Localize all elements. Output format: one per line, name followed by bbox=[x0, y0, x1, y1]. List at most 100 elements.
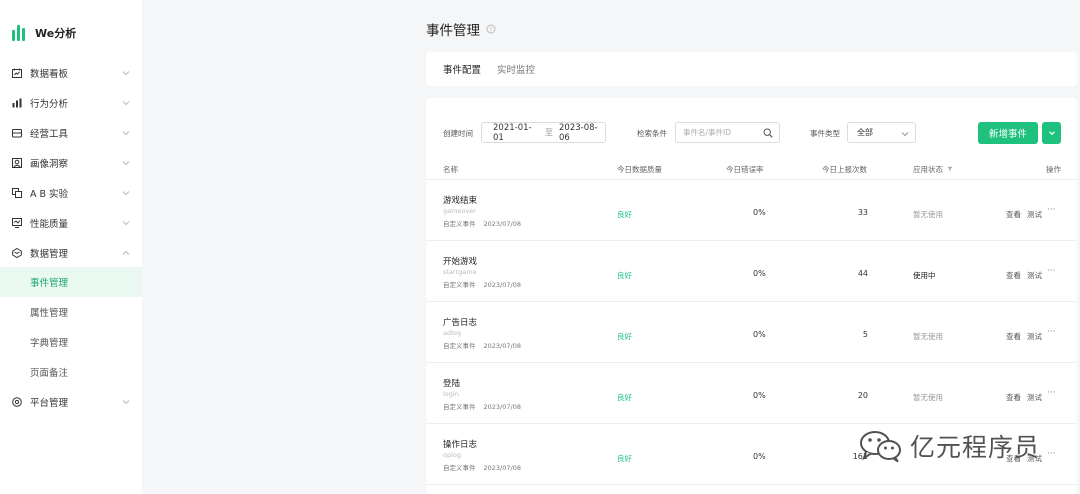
status-value: 暂无使用 bbox=[913, 210, 943, 219]
sidebar-item-label: 数据管理 bbox=[30, 249, 69, 260]
more-actions-icon[interactable]: ··· bbox=[1047, 266, 1056, 276]
more-actions-icon[interactable]: ··· bbox=[1047, 327, 1056, 337]
ab-test-icon bbox=[12, 188, 22, 198]
event-meta: 自定义事件 2023/07/08 bbox=[443, 279, 521, 289]
view-link[interactable]: 查看 bbox=[1006, 331, 1021, 342]
quality-value: 良好 bbox=[617, 332, 632, 341]
header-quality: 今日数据质量 bbox=[617, 165, 662, 174]
sidebar-item-operations[interactable]: 经营工具 bbox=[0, 118, 142, 148]
event-name: 游戏结束 bbox=[443, 196, 478, 206]
more-actions-icon[interactable]: ··· bbox=[1047, 388, 1056, 398]
page-title: 事件管理 ? bbox=[426, 19, 496, 39]
tab-event-config[interactable]: 事件配置 bbox=[443, 62, 481, 76]
test-link[interactable]: 测试 bbox=[1027, 270, 1042, 281]
sidebar-item-label: 画像洞察 bbox=[30, 159, 69, 170]
sidebar-subitem-property-manage[interactable]: 属性管理 bbox=[0, 297, 142, 327]
sidebar-subitem-event-manage[interactable]: 事件管理 bbox=[0, 267, 142, 297]
brand-name: We分析 bbox=[35, 27, 77, 40]
event-key: gameover bbox=[443, 207, 476, 215]
view-link[interactable]: 查看 bbox=[1006, 209, 1021, 220]
reports-value: 5 bbox=[862, 330, 868, 339]
date-end: 2023-08-06 bbox=[559, 122, 598, 143]
more-actions-icon[interactable]: ··· bbox=[1047, 205, 1056, 215]
event-date: 2023/07/08 bbox=[483, 464, 521, 472]
created-time-label: 创建时间 bbox=[443, 129, 473, 138]
event-key: login bbox=[443, 390, 459, 398]
sidebar-item-dashboard[interactable]: 数据看板 bbox=[0, 58, 142, 88]
info-icon[interactable]: ? bbox=[486, 24, 496, 34]
event-type: 自定义事件 bbox=[443, 220, 476, 228]
search-condition-label: 检索条件 bbox=[637, 129, 667, 138]
sidebar-item-ab-test[interactable]: A B 实验 bbox=[0, 178, 142, 208]
event-date: 2023/07/08 bbox=[483, 342, 521, 350]
filter-row: 创建时间 2021-01-01 至 2023-08-06 检索条件 事件类型 全… bbox=[426, 122, 1077, 144]
test-link[interactable]: 测试 bbox=[1027, 209, 1042, 220]
date-separator: 至 bbox=[545, 128, 553, 137]
error-rate-value: 0% bbox=[753, 269, 766, 278]
sidebar-subitem-label: 事件管理 bbox=[30, 278, 69, 289]
sidebar-item-label: A B 实验 bbox=[30, 189, 69, 200]
search-input[interactable] bbox=[683, 128, 763, 137]
sidebar-item-data-manage[interactable]: 数据管理 bbox=[0, 238, 142, 268]
event-date: 2023/07/08 bbox=[483, 220, 521, 228]
add-event-button[interactable]: 新增事件 bbox=[978, 122, 1038, 144]
event-type: 自定义事件 bbox=[443, 342, 476, 350]
event-meta: 自定义事件 2023/07/08 bbox=[443, 340, 521, 350]
header-actions: 操作 bbox=[1046, 165, 1061, 174]
status-value: 使用中 bbox=[913, 271, 936, 280]
data-manage-icon bbox=[12, 248, 22, 258]
sidebar-item-portrait[interactable]: 画像洞察 bbox=[0, 148, 142, 178]
event-key: adlog bbox=[443, 329, 462, 337]
header-status[interactable]: 应用状态 bbox=[913, 164, 953, 175]
sidebar-subitem-dictionary[interactable]: 字典管理 bbox=[0, 327, 142, 357]
watermark: 亿元程序员 bbox=[858, 428, 1040, 464]
test-link[interactable]: 测试 bbox=[1027, 392, 1042, 403]
search-icon[interactable] bbox=[763, 128, 773, 138]
sidebar-item-platform[interactable]: 平台管理 bbox=[0, 387, 142, 417]
chevron-down-icon bbox=[122, 161, 130, 166]
search-field[interactable] bbox=[675, 122, 780, 143]
chevron-up-icon bbox=[122, 250, 130, 255]
sidebar-item-behavior[interactable]: 行为分析 bbox=[0, 88, 142, 118]
dashboard-icon bbox=[12, 68, 22, 78]
add-event-dropdown-button[interactable] bbox=[1042, 122, 1061, 144]
page-title-text: 事件管理 bbox=[426, 23, 480, 39]
quality-value: 良好 bbox=[617, 454, 632, 463]
event-type-select[interactable]: 全部 bbox=[847, 122, 916, 143]
event-type: 自定义事件 bbox=[443, 403, 476, 411]
view-link[interactable]: 查看 bbox=[1006, 270, 1021, 281]
logo-icon bbox=[12, 25, 26, 41]
brand: We分析 bbox=[0, 0, 142, 66]
filter-icon[interactable] bbox=[947, 166, 953, 172]
header-reports: 今日上报次数 bbox=[822, 165, 867, 174]
header-status-label: 应用状态 bbox=[913, 165, 943, 174]
table-row: 游戏结束 gameover 自定义事件 2023/07/08 良好 0% 33 暂… bbox=[426, 180, 1077, 241]
reports-value: 44 bbox=[857, 269, 868, 278]
sidebar-item-label: 平台管理 bbox=[30, 398, 69, 409]
sidebar-item-label: 经营工具 bbox=[30, 129, 69, 140]
tab-realtime-monitor[interactable]: 实时监控 bbox=[497, 62, 535, 76]
sidebar-subitem-page-notes[interactable]: 页面备注 bbox=[0, 357, 142, 387]
toolbox-icon bbox=[12, 128, 22, 138]
chevron-down-icon bbox=[122, 191, 130, 196]
sidebar-item-performance[interactable]: 性能质量 bbox=[0, 208, 142, 238]
sidebar-subitem-label: 字典管理 bbox=[30, 338, 69, 349]
event-type: 自定义事件 bbox=[443, 464, 476, 472]
sidebar-item-label: 性能质量 bbox=[30, 219, 69, 230]
quality-value: 良好 bbox=[617, 271, 632, 280]
event-meta: 自定义事件 2023/07/08 bbox=[443, 218, 521, 228]
view-link[interactable]: 查看 bbox=[1006, 392, 1021, 403]
error-rate-value: 0% bbox=[753, 452, 766, 461]
test-link[interactable]: 测试 bbox=[1027, 331, 1042, 342]
portrait-icon bbox=[12, 158, 22, 168]
date-range-picker[interactable]: 2021-01-01 至 2023-08-06 bbox=[481, 122, 606, 143]
error-rate-value: 0% bbox=[753, 330, 766, 339]
table-header: 名称 今日数据质量 今日错误率 今日上报次数 应用状态 操作 bbox=[426, 158, 1077, 180]
event-name: 广告日志 bbox=[443, 318, 478, 328]
event-type-label: 事件类型 bbox=[810, 129, 840, 138]
more-actions-icon[interactable]: ··· bbox=[1047, 449, 1056, 459]
chevron-down-icon bbox=[122, 101, 130, 106]
error-rate-value: 0% bbox=[753, 208, 766, 217]
svg-text:?: ? bbox=[489, 26, 492, 33]
event-type-value: 全部 bbox=[857, 128, 873, 137]
